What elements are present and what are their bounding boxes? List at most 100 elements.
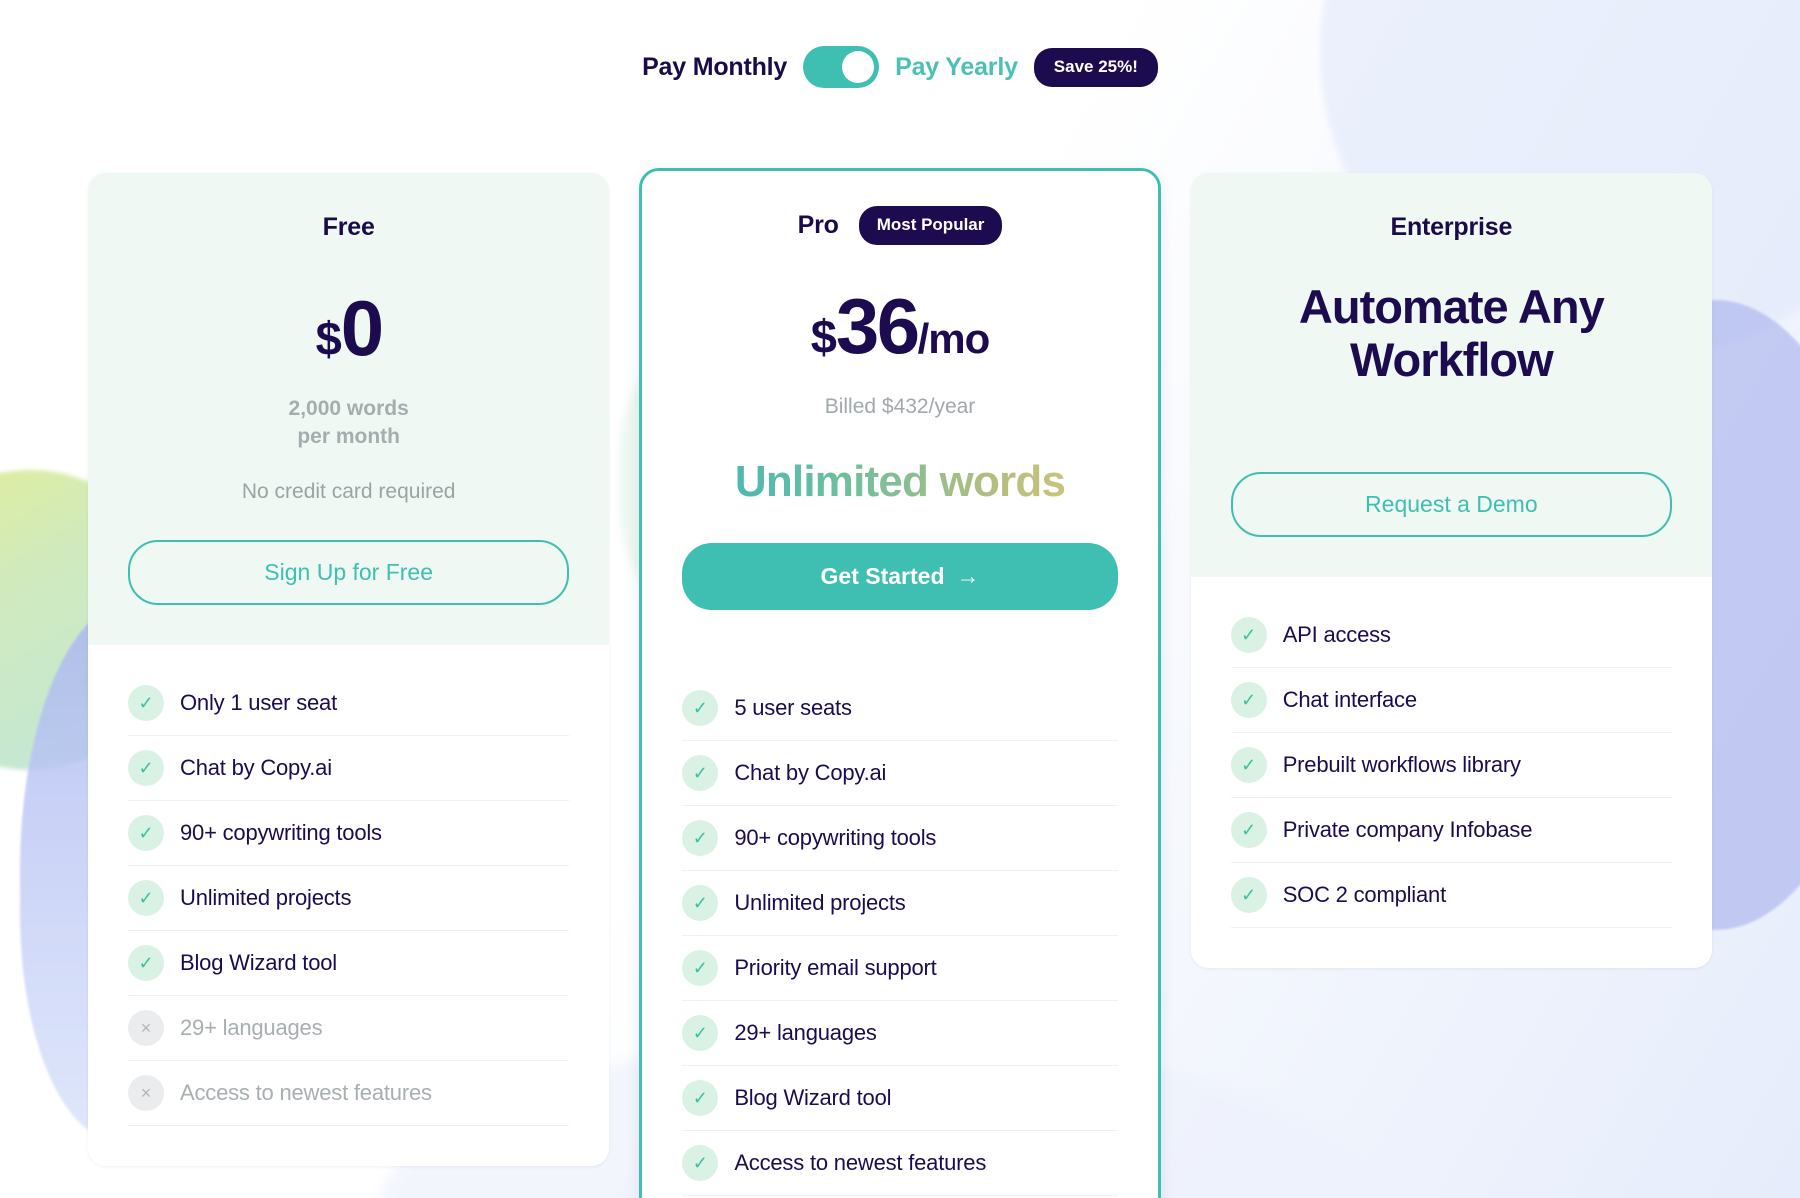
feature-label: Chat by Copy.ai [180, 754, 332, 780]
feature-item: ✓ Access to newest features [682, 1131, 1118, 1197]
feature-item: ✓ 29+ languages [682, 1001, 1118, 1067]
feature-list-pro: ✓ 5 user seats ✓ Chat by Copy.ai ✓ 90+ copy… [642, 650, 1158, 1198]
check-icon: ✓ [682, 755, 719, 792]
price-sub-free: 2,000 words per month [128, 395, 569, 452]
feature-item: ✓ Private company Infobase [1230, 798, 1673, 864]
pricing-card-free: Free $ 0 2,000 words per month No credit… [88, 173, 610, 1166]
feature-label: Chat by Copy.ai [734, 760, 887, 786]
plan-name-pro: Pro [797, 210, 839, 239]
card-header-pro: Pro Most Popular $ 36 /mo Billed $432/ye… [642, 171, 1158, 651]
feature-label: Blog Wizard tool [734, 1085, 892, 1111]
billing-monthly-label[interactable]: Pay Monthly [642, 53, 787, 82]
feature-label: API access [1282, 622, 1391, 648]
pricing-card-enterprise: Enterprise Automate Any Workflow Request… [1190, 173, 1713, 969]
price-note-free: No credit card required [241, 479, 456, 503]
feature-item: ✓ API access [1230, 603, 1673, 669]
feature-list-free: ✓ Only 1 user seat ✓ Chat by Copy.ai ✓ 90+ … [88, 644, 610, 1166]
check-icon: ✓ [128, 749, 164, 786]
cta-sign-up-for-free[interactable]: Sign Up for Free [128, 539, 570, 605]
arrow-right-icon: → [956, 563, 980, 590]
automate-any-workflow-headline: Automate Any Workflow [1298, 280, 1605, 386]
feature-item: ✓ 90+ copywriting tools [128, 801, 570, 866]
feature-item: ✓ Blog Wizard tool [682, 1066, 1118, 1132]
plan-title-row-enterprise: Enterprise [1231, 207, 1672, 247]
feature-label: 29+ languages [734, 1020, 877, 1046]
feature-label: 29+ languages [180, 1014, 323, 1040]
most-popular-badge: Most Popular [858, 205, 1003, 245]
feature-item: × Access to newest features [128, 1061, 570, 1126]
billed-yearly-text: Billed $432/year [824, 395, 976, 418]
card-header-enterprise: Enterprise Automate Any Workflow Request… [1190, 173, 1713, 578]
feature-label: 90+ copywriting tools [734, 825, 937, 851]
feature-item: ✓ Only 1 user seat [128, 671, 570, 736]
cta-label-free: Sign Up for Free [264, 558, 434, 585]
switch-knob [842, 51, 875, 83]
cta-request-a-demo[interactable]: Request a Demo [1230, 472, 1673, 538]
check-icon: ✓ [682, 950, 719, 987]
check-icon: ✓ [1230, 812, 1267, 849]
feature-label: Priority email support [734, 955, 937, 981]
feature-label: Chat interface [1282, 687, 1417, 713]
billing-toggle: Pay Monthly Pay Yearly Save 25%! [0, 46, 1800, 88]
feature-label: Unlimited projects [734, 890, 906, 916]
check-icon: ✓ [682, 1015, 719, 1052]
pricing-page: Pay Monthly Pay Yearly Save 25%! Free $ … [0, 0, 1800, 1198]
price-pro: $ 36 /mo [682, 287, 1117, 365]
check-icon: ✓ [128, 684, 164, 721]
price-sub-line1-free: 2,000 words [288, 397, 409, 420]
price-period-pro: /mo [917, 315, 991, 362]
price-sub-pro: Billed $432/year [682, 393, 1117, 421]
feature-item: ✓ Priority email support [682, 936, 1118, 1002]
check-icon: ✓ [128, 879, 164, 916]
plan-title-row-pro: Pro Most Popular [682, 205, 1117, 245]
check-icon: ✓ [128, 814, 164, 851]
cta-label-pro: Get Started [820, 563, 945, 590]
cross-icon: × [128, 1074, 164, 1111]
plan-name-enterprise: Enterprise [1390, 212, 1513, 241]
feature-label: 5 user seats [734, 695, 852, 721]
feature-item: ✓ Chat by Copy.ai [128, 736, 570, 801]
check-icon: ✓ [1230, 747, 1267, 784]
check-icon: ✓ [682, 1080, 719, 1117]
price-currency-pro: $ [810, 310, 837, 363]
price-sub-line2-free: per month [297, 425, 400, 449]
cta-label-enterprise: Request a Demo [1365, 491, 1538, 518]
check-icon: ✓ [682, 885, 719, 922]
check-icon: ✓ [682, 690, 719, 727]
billing-period-switch[interactable] [803, 46, 880, 88]
feature-item: ✓ Prebuilt workflows library [1230, 733, 1673, 799]
feature-item: ✓ Unlimited projects [128, 866, 570, 931]
save-badge: Save 25%! [1033, 47, 1158, 87]
cta-get-started[interactable]: Get Started → [682, 543, 1118, 611]
feature-label: SOC 2 compliant [1282, 882, 1446, 908]
cross-icon: × [128, 1009, 164, 1046]
price-free: $ 0 [128, 289, 569, 367]
feature-item: ✓ Blog Wizard tool [128, 931, 570, 996]
price-currency-free: $ [315, 312, 342, 365]
feature-item: ✓ 90+ copywriting tools [682, 806, 1118, 872]
plan-title-row-free: Free [128, 207, 569, 247]
check-icon: ✓ [128, 944, 164, 981]
pricing-cards: Free $ 0 2,000 words per month No credit… [88, 168, 1713, 1198]
price-amount-free: 0 [340, 284, 384, 372]
billing-yearly-label[interactable]: Pay Yearly [895, 53, 1018, 82]
feature-item: ✓ Chat by Copy.ai [682, 741, 1118, 807]
feature-item: × 29+ languages [128, 996, 570, 1061]
feature-item: ✓ 5 user seats [682, 676, 1118, 742]
feature-item: ✓ Chat interface [1230, 668, 1673, 734]
unlimited-words-headline: Unlimited words [682, 457, 1117, 507]
check-icon: ✓ [1230, 682, 1267, 719]
plan-name-free: Free [322, 212, 375, 241]
check-icon: ✓ [682, 1145, 719, 1182]
feature-label: Access to newest features [180, 1079, 432, 1105]
feature-label: Only 1 user seat [180, 689, 337, 715]
feature-label: Access to newest features [734, 1150, 987, 1176]
price-amount-pro: 36 [835, 282, 920, 370]
feature-label: Prebuilt workflows library [1282, 752, 1521, 778]
check-icon: ✓ [682, 820, 719, 857]
feature-list-enterprise: ✓ API access ✓ Chat interface ✓ Prebuilt wo… [1190, 577, 1713, 969]
check-icon: ✓ [1230, 617, 1267, 654]
pricing-card-pro: Pro Most Popular $ 36 /mo Billed $432/ye… [639, 168, 1161, 1198]
check-icon: ✓ [1230, 877, 1267, 914]
feature-label: Unlimited projects [180, 884, 352, 910]
